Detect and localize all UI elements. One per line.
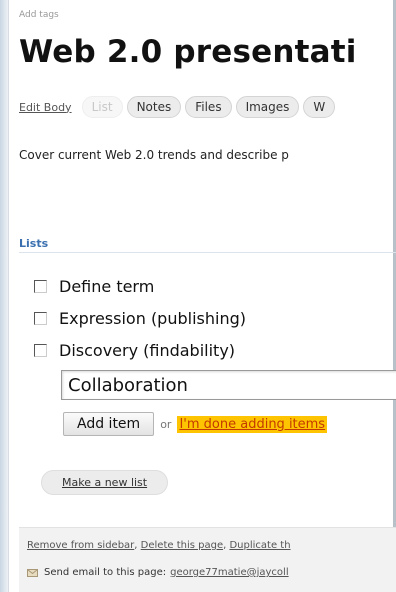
page-tabs: Edit Body List Notes Files Images W: [19, 96, 339, 118]
tab-files[interactable]: Files: [185, 96, 232, 118]
tab-images[interactable]: Images: [235, 96, 300, 118]
list-item: Define term: [34, 270, 246, 302]
done-adding-items-link[interactable]: I'm done adding items: [177, 415, 328, 433]
tab-more[interactable]: W: [303, 96, 336, 118]
remove-from-sidebar-link[interactable]: Remove from sidebar: [27, 540, 134, 551]
tab-notes[interactable]: Notes: [126, 96, 182, 118]
lists-divider: [19, 252, 396, 253]
list-item-label: Discovery (findability): [59, 340, 236, 360]
email-label: Send email to this page:: [44, 567, 167, 578]
duplicate-page-link[interactable]: Duplicate th: [229, 540, 290, 551]
add-tags-link[interactable]: Add tags: [19, 10, 59, 20]
tab-list[interactable]: List: [81, 96, 123, 118]
todo-list: Define term Expression (publishing) Disc…: [34, 270, 246, 366]
new-item-input[interactable]: Collaboration: [61, 370, 396, 400]
list-item: Expression (publishing): [34, 302, 246, 334]
page-description: Cover current Web 2.0 trends and describ…: [19, 148, 289, 162]
delete-page-link[interactable]: Delete this page: [141, 540, 223, 551]
list-item-label: Expression (publishing): [59, 308, 246, 328]
list-item: Discovery (findability): [34, 334, 246, 366]
email-address-link[interactable]: george77matie@jaycoll: [170, 567, 289, 578]
page-title: Web 2.0 presentati: [19, 34, 357, 70]
list-item-checkbox[interactable]: [34, 279, 47, 293]
email-row: Send email to this page: george77matie@j…: [27, 567, 289, 578]
list-item-checkbox[interactable]: [34, 311, 47, 325]
or-separator: or: [160, 417, 172, 431]
add-item-button[interactable]: Add item: [63, 412, 155, 436]
list-item-checkbox[interactable]: [34, 343, 47, 357]
make-new-list-button[interactable]: Make a new list: [41, 470, 169, 495]
lists-heading: Lists: [19, 237, 49, 250]
add-item-row: Add item or I'm done adding items: [63, 412, 328, 436]
edit-body-link[interactable]: Edit Body: [19, 101, 72, 114]
footer-links: Remove from sidebar, Delete this page, D…: [27, 540, 291, 551]
page-footer: Remove from sidebar, Delete this page, D…: [19, 527, 396, 592]
list-item-label: Define term: [59, 276, 155, 296]
left-window-edge: [0, 0, 9, 592]
page: Add tags Web 2.0 presentati Edit Body Li…: [0, 0, 396, 592]
envelope-icon: [27, 568, 38, 577]
